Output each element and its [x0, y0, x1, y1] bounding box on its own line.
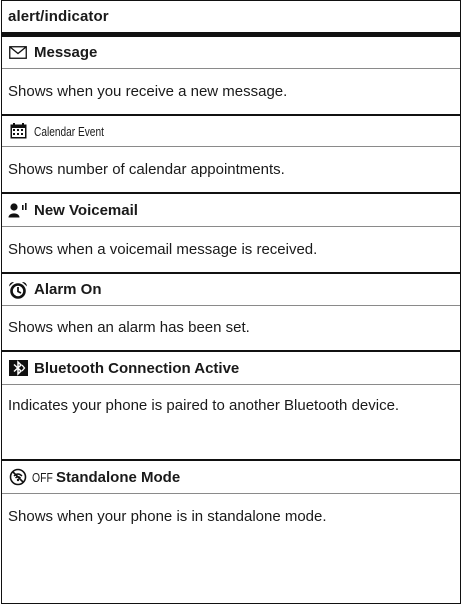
row-description-text: Shows when an alarm has been set.	[8, 319, 250, 336]
row-title: New Voicemail	[2, 194, 460, 227]
row-description: Shows when your phone is in standalone m…	[2, 494, 460, 539]
row-description: Shows when an alarm has been set.	[2, 306, 460, 350]
standalone-mode-icon	[8, 468, 28, 486]
bluetooth-icon	[8, 359, 28, 377]
calendar-icon	[8, 122, 28, 140]
row-title-text: Bluetooth Connection Active	[34, 359, 240, 377]
row-title: Alarm On	[2, 274, 460, 306]
row-title-text: Alarm On	[34, 281, 102, 298]
row-title-text: Message	[34, 44, 98, 61]
row-description: Shows when you receive a new message.	[2, 69, 460, 114]
row-title: Calendar Event	[2, 116, 460, 147]
table-row-new-voicemail: New Voicemail Shows when a voicemail mes…	[2, 194, 460, 274]
table-row-bluetooth: Bluetooth Connection Active Indicates yo…	[2, 352, 460, 461]
table-header-label: alert/indicator	[8, 8, 109, 25]
row-title-text: Calendar Event	[34, 123, 104, 139]
voicemail-icon	[8, 201, 28, 219]
row-title-text: New Voicemail	[34, 201, 138, 219]
row-description-text: Shows when a voicemail message is receiv…	[8, 240, 318, 258]
row-title: OFF Standalone Mode	[2, 461, 460, 494]
envelope-icon	[8, 44, 28, 62]
row-title: Message	[2, 37, 460, 69]
row-title: Bluetooth Connection Active	[2, 352, 460, 385]
row-description-text: Shows when you receive a new message.	[8, 82, 288, 100]
row-description-text: Shows number of calendar appointments.	[8, 160, 285, 178]
row-description: Shows number of calendar appointments.	[2, 147, 460, 192]
row-description: Indicates your phone is paired to anothe…	[2, 385, 460, 459]
indicator-table: alert/indicator Message Shows when you r…	[1, 0, 461, 604]
table-row-standalone-mode: OFF Standalone Mode Shows when your phon…	[2, 461, 460, 539]
alarm-clock-icon	[8, 281, 28, 299]
row-title-text: Standalone Mode	[56, 468, 181, 486]
row-description: Shows when a voicemail message is receiv…	[2, 227, 460, 272]
table-row-message: Message Shows when you receive a new mes…	[2, 37, 460, 116]
off-label: OFF	[32, 469, 53, 485]
table-header: alert/indicator	[2, 0, 460, 37]
table-row-alarm-on: Alarm On Shows when an alarm has been se…	[2, 274, 460, 352]
row-description-text: Shows when your phone is in standalone m…	[8, 507, 327, 525]
table-row-calendar-event: Calendar Event Shows number of calendar …	[2, 116, 460, 194]
row-description-text: Indicates your phone is paired to anothe…	[8, 397, 400, 414]
